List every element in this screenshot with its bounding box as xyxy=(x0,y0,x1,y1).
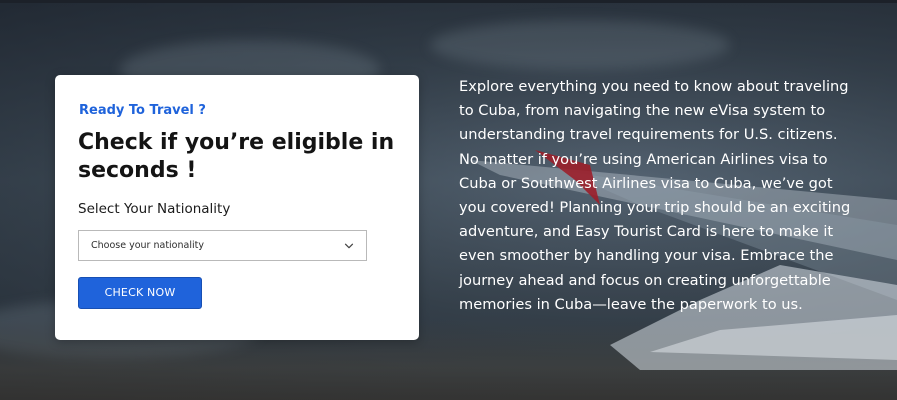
nationality-label: Select Your Nationality xyxy=(78,201,231,217)
nationality-select[interactable]: Choose your nationality xyxy=(78,230,367,261)
eyebrow-text: Ready To Travel ? xyxy=(79,103,206,118)
nationality-select-value: Choose your nationality xyxy=(91,240,204,251)
card-headline: Check if you’re eligible in seconds ! xyxy=(78,130,395,183)
eligibility-card: Ready To Travel ? Check if you’re eligib… xyxy=(55,75,419,340)
chevron-down-icon xyxy=(344,243,354,249)
cuba-travel-description: Explore everything you need to know abou… xyxy=(459,78,851,313)
check-now-button[interactable]: CHECK NOW xyxy=(78,277,202,309)
